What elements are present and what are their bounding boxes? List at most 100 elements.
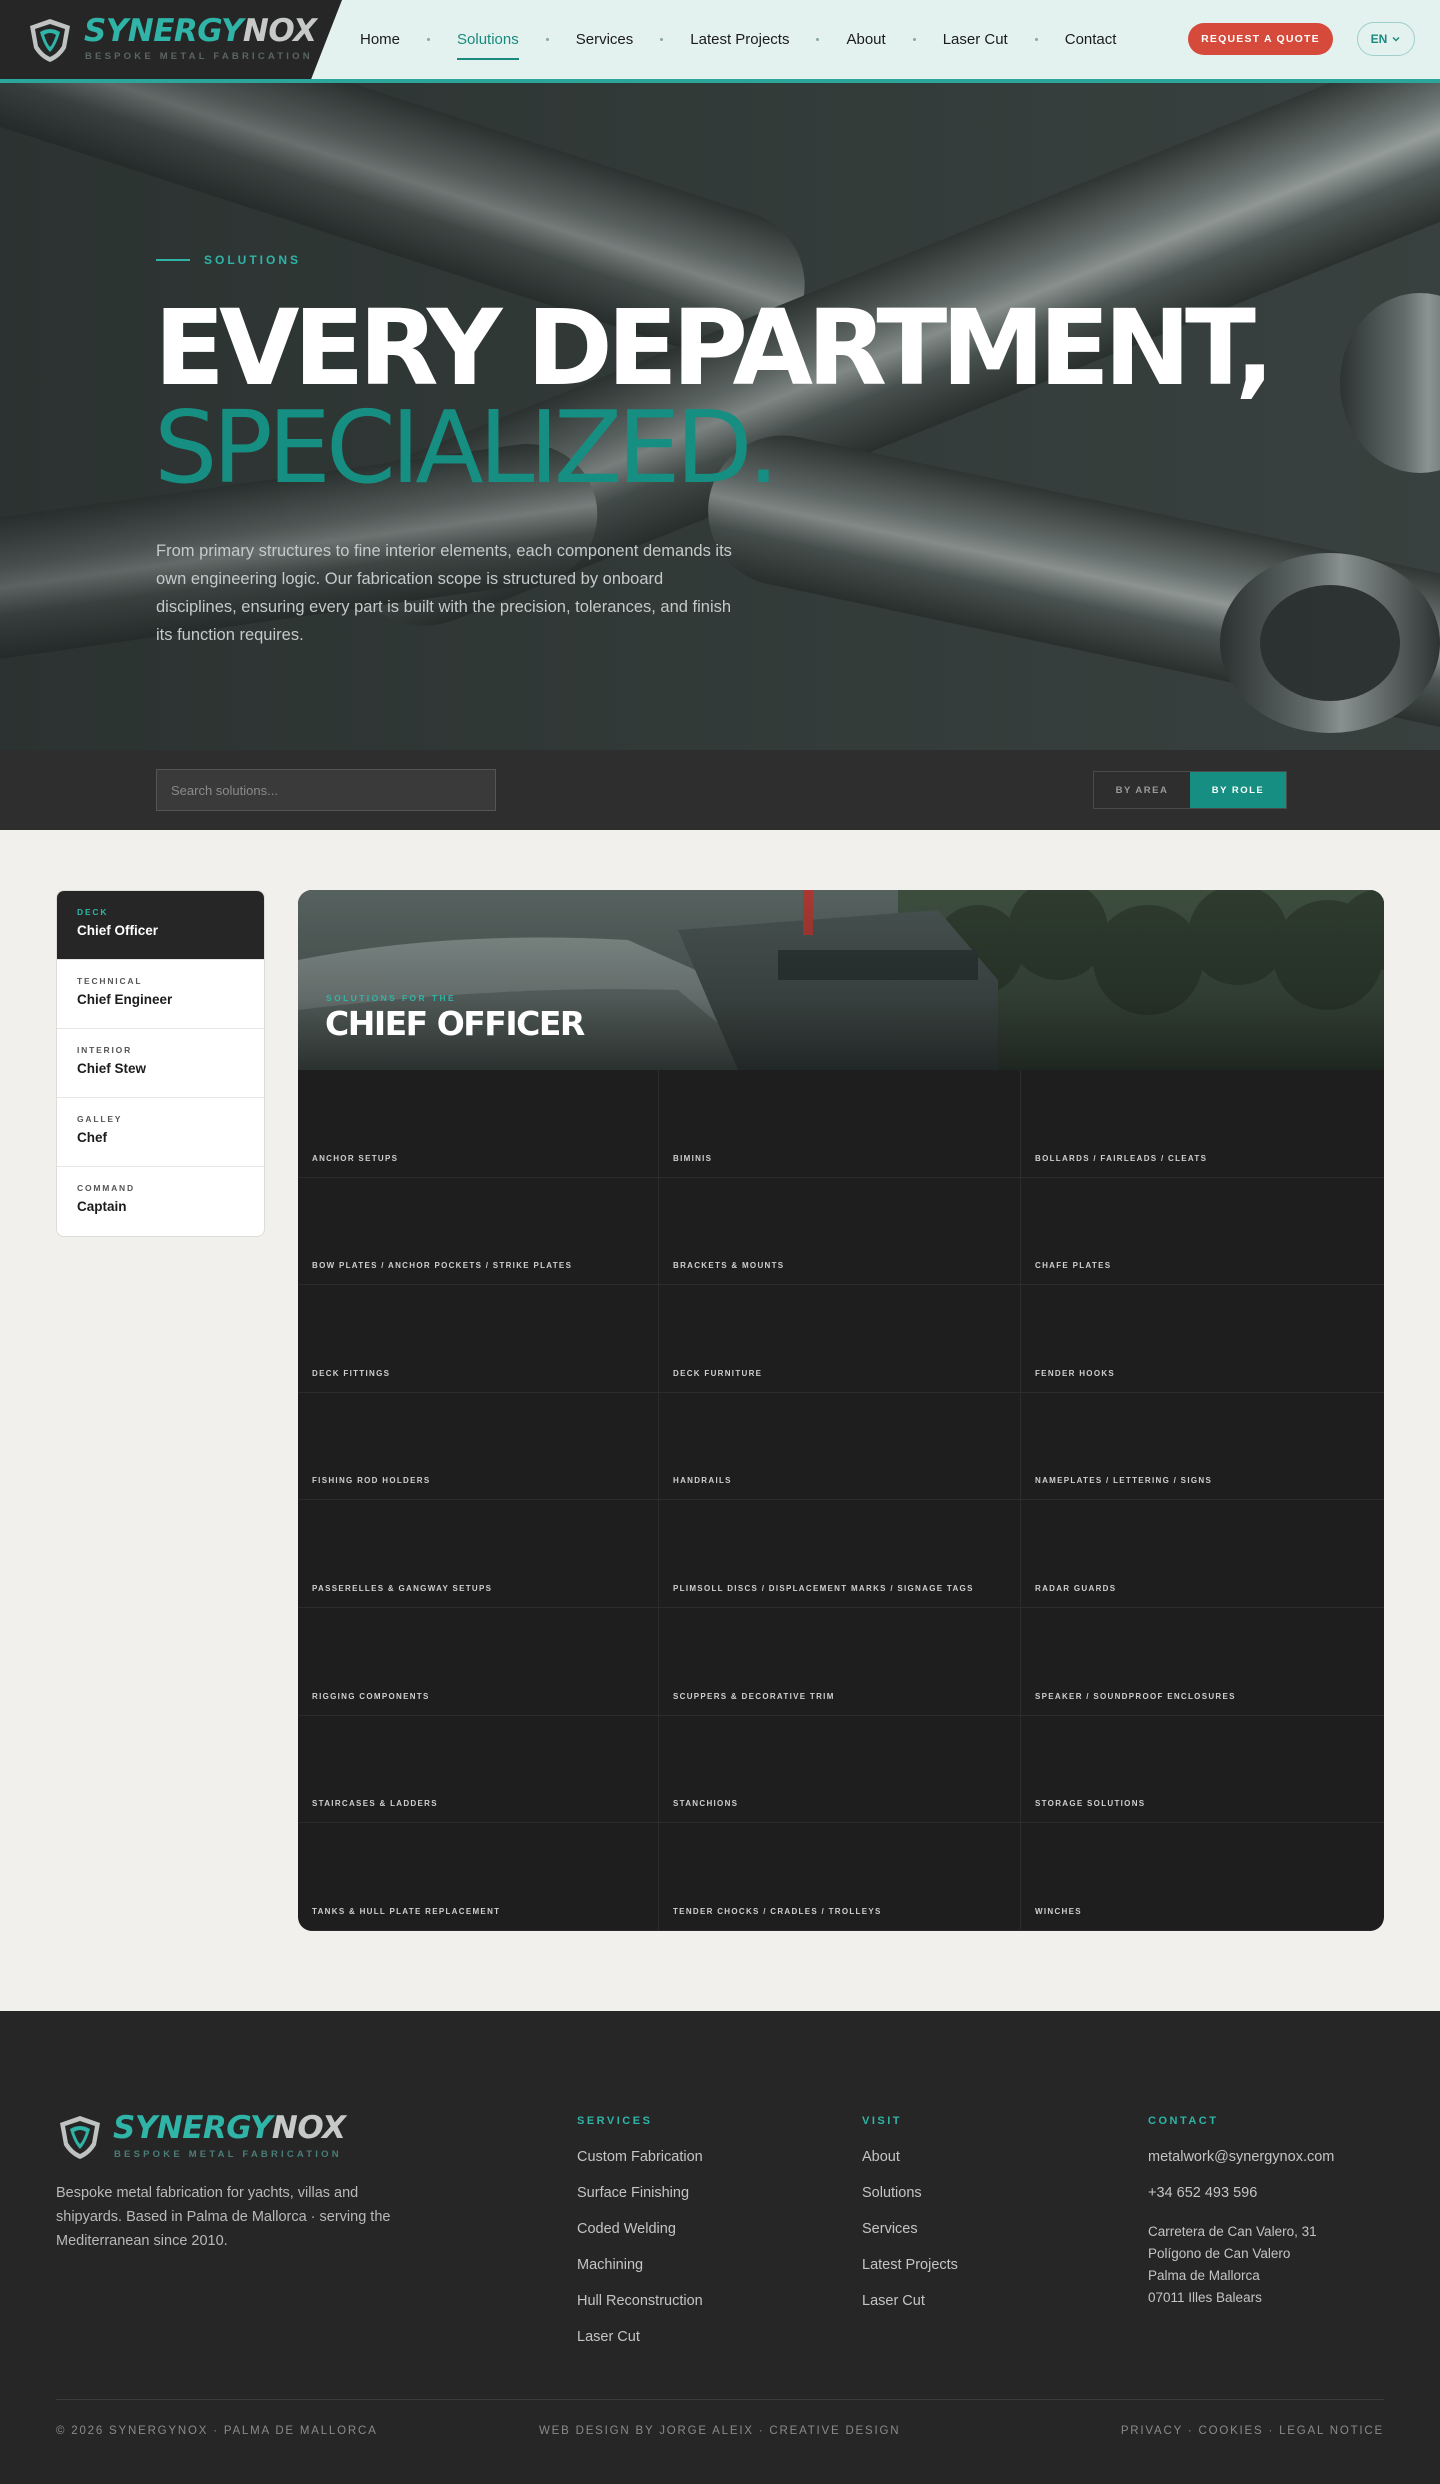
site-header: SYNERGYNOX BESPOKE METAL FABRICATION Hom… [0, 0, 1440, 83]
nav-separator [427, 38, 431, 41]
solution-card[interactable]: BIMINIS [659, 1070, 1021, 1178]
solution-label: SCUPPERS & DECORATIVE TRIM [673, 1691, 835, 1701]
footer-link[interactable]: Latest Projects [862, 2257, 958, 2293]
search-input[interactable]: Search solutions... [156, 769, 496, 811]
footer-link[interactable]: Services [862, 2221, 958, 2257]
solution-label: SPEAKER / SOUNDPROOF ENCLOSURES [1035, 1691, 1236, 1701]
solution-label: STAIRCASES & LADDERS [312, 1799, 438, 1809]
solution-card[interactable]: BRACKETS & MOUNTS [659, 1177, 1021, 1286]
role-name: Captain [77, 1199, 127, 1214]
role-name: Chef [77, 1130, 107, 1145]
solution-card[interactable]: PASSERELLES & GANGWAY SETUPS [298, 1500, 659, 1608]
shield-logo-icon [60, 2116, 100, 2159]
toggle-by-role[interactable]: BY ROLE [1190, 772, 1286, 808]
solution-label: ANCHOR SETUPS [312, 1153, 399, 1163]
solution-label: BIMINIS [673, 1153, 713, 1163]
solution-label: BOLLARDS / FAIRLEADS / CLEATS [1035, 1153, 1208, 1163]
nav-laser-cut[interactable]: Laser Cut [943, 25, 1008, 54]
nav-separator [816, 38, 820, 41]
nav-separator [1034, 38, 1038, 41]
role-item-chief-stew[interactable]: INTERIOR Chief Stew [57, 1029, 264, 1098]
request-quote-button[interactable]: REQUEST A QUOTE [1188, 23, 1333, 55]
solution-label: HANDRAILS [673, 1476, 732, 1486]
solution-label: RIGGING COMPONENTS [312, 1691, 430, 1701]
footer-link[interactable]: Laser Cut [577, 2329, 703, 2365]
solution-label: CHAFE PLATES [1035, 1261, 1112, 1271]
nav-solutions[interactable]: Solutions [457, 25, 519, 60]
logo-tagline: BESPOKE METAL FABRICATION [85, 51, 313, 62]
solution-card[interactable]: STANCHIONS [659, 1715, 1021, 1824]
footer-credit[interactable]: WEB DESIGN BY JORGE ALEIX · CREATIVE DES… [539, 2425, 900, 2437]
eyebrow-line [156, 259, 190, 261]
solution-card[interactable]: TENDER CHOCKS / CRADLES / TROLLEYS [659, 1823, 1021, 1931]
solution-card[interactable]: STORAGE SOLUTIONS [1021, 1716, 1384, 1824]
footer-link[interactable]: About [862, 2149, 958, 2185]
view-toggle: BY AREA BY ROLE [1093, 771, 1287, 809]
eyebrow-label: SOLUTIONS [204, 253, 302, 267]
footer-address-line: Carretera de Can Valero, 31 [1148, 2224, 1317, 2239]
solution-card[interactable]: FENDER HOOKS [1021, 1285, 1384, 1393]
footer-phone[interactable]: +34 652 493 596 [1148, 2185, 1334, 2221]
hero-section: SOLUTIONS EVERY DEPARTMENT, SPECIALIZED.… [0, 83, 1440, 750]
solution-label: NAMEPLATES / LETTERING / SIGNS [1035, 1476, 1213, 1486]
solution-label: PASSERELLES & GANGWAY SETUPS [312, 1583, 493, 1593]
solution-card[interactable]: DECK FITTINGS [298, 1285, 659, 1393]
role-item-chief-engineer[interactable]: TECHNICAL Chief Engineer [57, 960, 264, 1029]
solution-card[interactable]: STAIRCASES & LADDERS [298, 1715, 659, 1824]
footer-link[interactable]: Surface Finishing [577, 2185, 703, 2221]
solution-card[interactable]: SCUPPERS & DECORATIVE TRIM [659, 1607, 1021, 1716]
solution-card[interactable]: WINCHES [1021, 1823, 1384, 1931]
solution-card[interactable]: PLIMSOLL DISCS / DISPLACEMENT MARKS / SI… [659, 1500, 1021, 1608]
solution-label: TANKS & HULL PLATE REPLACEMENT [312, 1906, 501, 1916]
footer-link[interactable]: Hull Reconstruction [577, 2293, 703, 2329]
role-category: GALLEY [77, 1114, 123, 1124]
solution-card[interactable]: TANKS & HULL PLATE REPLACEMENT [298, 1823, 659, 1931]
language-label: EN [1370, 32, 1388, 46]
toggle-by-area[interactable]: BY AREA [1094, 772, 1190, 808]
solution-label: DECK FURNITURE [673, 1368, 763, 1378]
solution-label: TENDER CHOCKS / CRADLES / TROLLEYS [673, 1906, 882, 1916]
footer-services: SERVICES Custom Fabrication Surface Fini… [577, 2115, 703, 2365]
footer-divider [56, 2399, 1384, 2400]
solution-card[interactable]: RIGGING COMPONENTS [298, 1607, 659, 1716]
footer-email[interactable]: metalwork@synergynox.com [1148, 2149, 1334, 2185]
role-name: Chief Stew [77, 1061, 147, 1076]
solution-card[interactable]: DECK FURNITURE [659, 1285, 1021, 1393]
role-item-chef[interactable]: GALLEY Chef [57, 1098, 264, 1167]
footer-copyright: © 2026 SYNERGYNOX · PALMA DE MALLORCA [56, 2425, 378, 2437]
nav-about[interactable]: About [846, 25, 885, 54]
role-item-chief-officer[interactable]: DECK Chief Officer [57, 891, 264, 960]
logo[interactable]: SYNERGYNOX BESPOKE METAL FABRICATION [0, 0, 342, 79]
role-category: TECHNICAL [77, 976, 143, 986]
nav-contact[interactable]: Contact [1065, 25, 1117, 54]
footer-link[interactable]: Coded Welding [577, 2221, 703, 2257]
footer-link[interactable]: Custom Fabrication [577, 2149, 703, 2185]
nav-separator [912, 38, 916, 41]
filter-bar: Search solutions... BY AREA BY ROLE [0, 750, 1440, 830]
panel-header-overlay [298, 890, 1384, 1070]
role-name: Chief Engineer [77, 992, 173, 1007]
nav-latest-projects[interactable]: Latest Projects [690, 25, 789, 54]
solution-card[interactable]: BOW PLATES / ANCHOR POCKETS / STRIKE PLA… [298, 1177, 659, 1286]
solutions-panel: SOLUTIONS FOR THE CHIEF OFFICER ANCHOR S… [298, 890, 1384, 1931]
solution-card[interactable]: ANCHOR SETUPS [298, 1070, 659, 1178]
nav-home[interactable]: Home [360, 25, 400, 54]
nav-services[interactable]: Services [576, 25, 634, 54]
role-item-captain[interactable]: COMMAND Captain [57, 1167, 264, 1236]
footer-link[interactable]: Solutions [862, 2185, 958, 2221]
solution-card[interactable]: HANDRAILS [659, 1392, 1021, 1501]
footer-legal-links[interactable]: PRIVACY · COOKIES · LEGAL NOTICE [1121, 2425, 1384, 2437]
solution-card[interactable]: BOLLARDS / FAIRLEADS / CLEATS [1021, 1070, 1384, 1178]
solution-card[interactable]: NAMEPLATES / LETTERING / SIGNS [1021, 1393, 1384, 1501]
hero-subtitle: SPECIALIZED. [154, 389, 779, 506]
nav-separator [660, 38, 664, 41]
solution-card[interactable]: CHAFE PLATES [1021, 1178, 1384, 1286]
language-selector[interactable]: EN [1357, 22, 1415, 56]
panel-eyebrow: SOLUTIONS FOR THE [326, 993, 457, 1003]
solution-card[interactable]: FISHING ROD HOLDERS [298, 1392, 659, 1501]
footer-link[interactable]: Machining [577, 2257, 703, 2293]
footer-contact-heading: CONTACT [1148, 2115, 1219, 2127]
footer-link[interactable]: Laser Cut [862, 2293, 958, 2329]
solution-card[interactable]: RADAR GUARDS [1021, 1500, 1384, 1608]
solution-card[interactable]: SPEAKER / SOUNDPROOF ENCLOSURES [1021, 1608, 1384, 1716]
